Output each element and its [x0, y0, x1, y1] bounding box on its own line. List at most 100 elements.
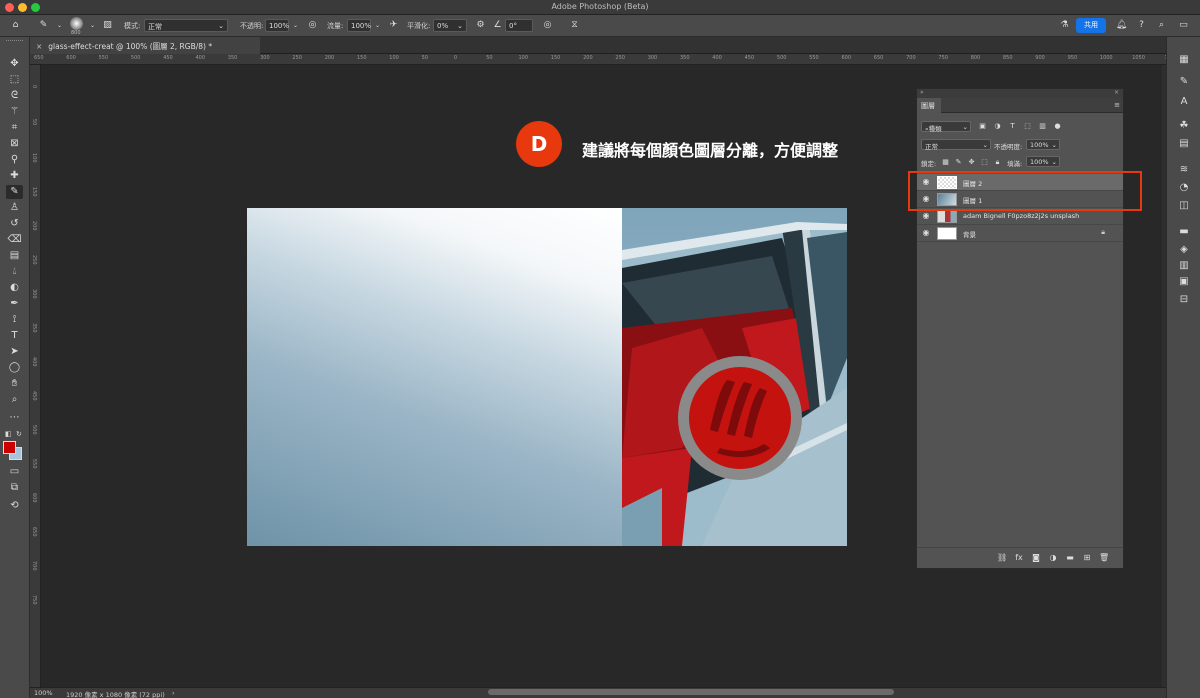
- fill-field[interactable]: 100% ⌄: [1026, 156, 1060, 167]
- quick-mask-icon[interactable]: ▭: [6, 465, 23, 479]
- gear-icon[interactable]: ⚙: [474, 19, 487, 32]
- layer-row[interactable]: ◉ 背景 🔒︎: [917, 225, 1123, 242]
- document-canvas[interactable]: [247, 208, 847, 546]
- filter-smart-object-icon[interactable]: ▥: [1038, 122, 1047, 131]
- document-tab[interactable]: × glass-effect-creat @ 100% (圖層 2, RGB/8)…: [30, 37, 260, 54]
- glyphs-icon[interactable]: ⊟: [1177, 293, 1191, 307]
- chevron-down-icon[interactable]: ⌄: [53, 19, 66, 32]
- layers-icon[interactable]: ◈: [1177, 243, 1191, 257]
- brush-tool-icon[interactable]: ✎: [37, 19, 50, 32]
- zoom-level[interactable]: 100%: [34, 689, 53, 697]
- angle-field[interactable]: 0°: [505, 19, 533, 32]
- group-folder-icon[interactable]: ▬: [1065, 553, 1075, 563]
- lock-position-icon[interactable]: ✥: [967, 158, 976, 167]
- new-layer-icon[interactable]: ⊞: [1082, 553, 1092, 563]
- workspace-icon[interactable]: ▭: [1177, 19, 1190, 32]
- beta-flask-icon[interactable]: ⚗: [1058, 19, 1071, 32]
- actions-icon[interactable]: ▣: [1177, 275, 1191, 289]
- path-selection-tool-icon[interactable]: ➤: [6, 345, 23, 359]
- clone-stamp-tool-icon[interactable]: ♙: [6, 201, 23, 215]
- brush-tool-icon[interactable]: ✎: [6, 185, 23, 199]
- chevron-down-icon[interactable]: ⌄: [289, 19, 302, 32]
- eraser-tool-icon[interactable]: ⌫: [6, 233, 23, 247]
- history-brush-tool-icon[interactable]: ↺: [6, 217, 23, 231]
- pressure-opacity-icon[interactable]: ◎: [306, 19, 319, 32]
- brush-settings-icon[interactable]: ✎: [1177, 75, 1191, 89]
- swap-colors-icon[interactable]: ↻: [16, 430, 22, 438]
- frame-tool-icon[interactable]: ⊠: [6, 137, 23, 151]
- filter-shape-icon[interactable]: ⬚: [1023, 122, 1032, 131]
- search-icon[interactable]: ⌕: [1155, 19, 1168, 32]
- marquee-tool-icon[interactable]: ⬚: [6, 73, 23, 87]
- blend-mode-select[interactable]: 正常 ⌄: [921, 139, 991, 151]
- opacity-field[interactable]: 100%: [265, 19, 289, 32]
- zoom-tool-icon[interactable]: ⌕: [6, 393, 23, 407]
- swatches-icon[interactable]: ▤: [1177, 137, 1191, 151]
- blur-tool-icon[interactable]: 💧︎: [6, 265, 23, 279]
- symmetry-icon[interactable]: ⧖: [568, 19, 581, 32]
- lock-pixels-icon[interactable]: ✎: [954, 158, 963, 167]
- share-button[interactable]: 共用: [1076, 18, 1106, 33]
- text-icon[interactable]: A: [1177, 95, 1191, 109]
- adjustment-layer-icon[interactable]: ◑: [1048, 553, 1058, 563]
- vertical-scrollbar[interactable]: [1162, 65, 1166, 687]
- color-icon[interactable]: ☘: [1177, 119, 1191, 133]
- bell-icon[interactable]: 🔔︎: [1115, 19, 1128, 32]
- chevron-down-icon[interactable]: ⌄: [86, 19, 99, 32]
- status-menu-icon[interactable]: ›: [172, 689, 175, 697]
- magic-wand-tool-icon[interactable]: ⚚: [6, 105, 23, 119]
- brush-settings-icon[interactable]: ▨: [101, 19, 114, 32]
- fx-icon[interactable]: fx: [1014, 553, 1024, 563]
- lock-all-icon[interactable]: 🔒︎: [993, 158, 1002, 167]
- close-tab-icon[interactable]: ×: [36, 42, 42, 51]
- smoothing-field[interactable]: 0% ⌄: [433, 19, 467, 32]
- type-tool-icon[interactable]: T: [6, 329, 23, 343]
- filter-pixel-icon[interactable]: ▣: [978, 122, 987, 131]
- tab-layers[interactable]: 圖層: [917, 98, 941, 113]
- layer-filter-select[interactable]: ⌕種類 ⌄: [921, 121, 971, 133]
- libraries-icon[interactable]: ◔: [1177, 181, 1191, 195]
- trash-icon[interactable]: 🗑︎: [1099, 553, 1109, 563]
- flow-field[interactable]: 100%: [347, 19, 371, 32]
- eyedropper-tool-icon[interactable]: ⚲: [6, 153, 23, 167]
- healing-brush-tool-icon[interactable]: ✚: [6, 169, 23, 183]
- close-icon[interactable]: ×: [1114, 89, 1119, 96]
- pen-alt-tool-icon[interactable]: ⟟: [6, 313, 23, 327]
- collapse-icon[interactable]: »: [920, 89, 924, 96]
- filter-type-icon[interactable]: T: [1008, 122, 1017, 131]
- visibility-eye-icon[interactable]: ◉: [921, 228, 931, 238]
- link-layers-icon[interactable]: ⛓: [997, 553, 1007, 563]
- shape-tool-icon[interactable]: ◯: [6, 361, 23, 375]
- help-icon[interactable]: ?: [1135, 19, 1148, 32]
- panel-menu-icon[interactable]: ≡: [1114, 101, 1120, 109]
- default-colors-icon[interactable]: ◧: [5, 430, 12, 438]
- home-icon[interactable]: ⌂: [9, 19, 22, 32]
- horizontal-scrollbar[interactable]: [488, 689, 894, 695]
- visibility-eye-icon[interactable]: ◉: [921, 211, 931, 221]
- toolbar-grip[interactable]: [6, 40, 23, 43]
- airbrush-icon[interactable]: ✈: [387, 19, 400, 32]
- foreground-color-swatch[interactable]: [3, 441, 16, 454]
- lasso-tool-icon[interactable]: ᘓ: [6, 89, 23, 103]
- hand-tool-icon[interactable]: ✋︎: [6, 377, 23, 391]
- comments-icon[interactable]: ▬: [1177, 225, 1191, 239]
- mode-select[interactable]: 正常 ⌄: [144, 19, 228, 32]
- layer-opacity-field[interactable]: 100% ⌄: [1026, 139, 1060, 150]
- channels-icon[interactable]: ◫: [1177, 199, 1191, 213]
- screen-mode-icon[interactable]: ⧉: [6, 481, 23, 495]
- gradient-tool-icon[interactable]: ▤: [6, 249, 23, 263]
- more-tools-icon[interactable]: ⋯: [6, 411, 23, 425]
- panel-header[interactable]: » ×: [917, 89, 1123, 98]
- lock-transparent-icon[interactable]: ▦: [941, 158, 950, 167]
- rotate-view-icon[interactable]: ⟲: [6, 499, 23, 513]
- lock-artboard-icon[interactable]: ⬚: [980, 158, 989, 167]
- pressure-size-icon[interactable]: ◎: [541, 19, 554, 32]
- add-mask-icon[interactable]: ◙: [1031, 553, 1041, 563]
- pen-tool-icon[interactable]: ✒: [6, 297, 23, 311]
- history-icon[interactable]: ▥: [1177, 259, 1191, 273]
- properties-icon[interactable]: ▦: [1177, 53, 1191, 67]
- chevron-down-icon[interactable]: ⌄: [371, 19, 384, 32]
- filter-adjustment-icon[interactable]: ◑: [993, 122, 1002, 131]
- move-tool-icon[interactable]: ✥: [6, 57, 23, 71]
- dodge-tool-icon[interactable]: ◐: [6, 281, 23, 295]
